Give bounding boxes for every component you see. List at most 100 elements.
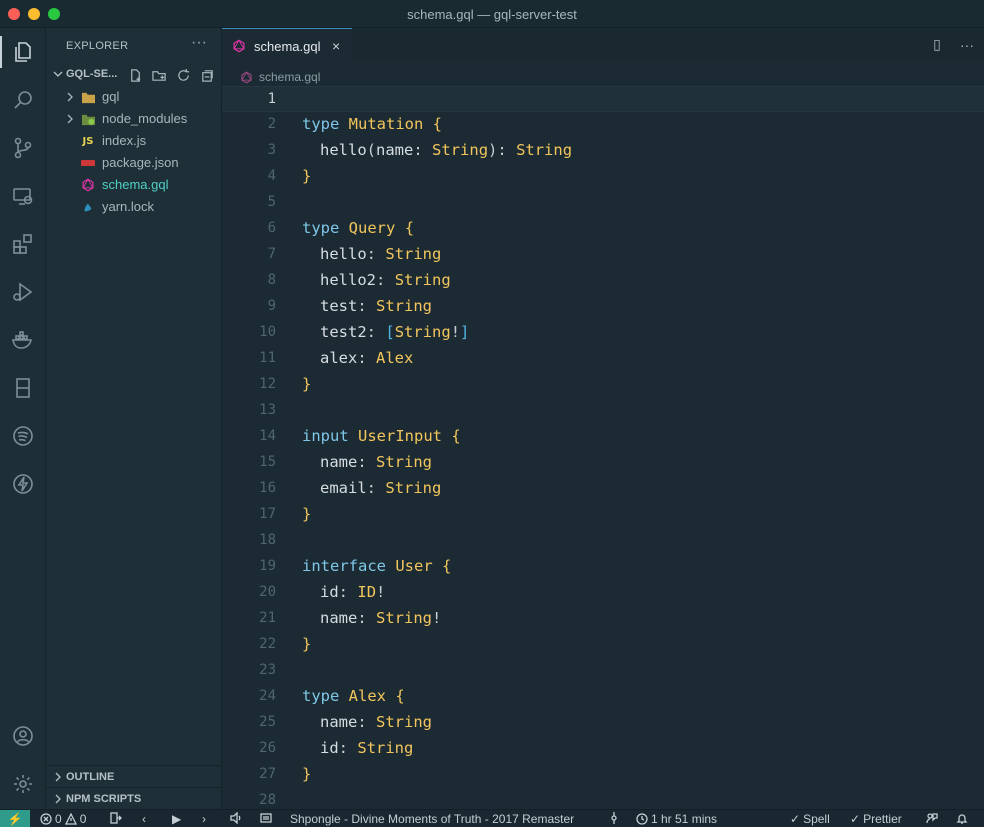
collapse-all-icon[interactable]: [198, 66, 216, 84]
tab-bar: schema.gql × ▯ ···: [222, 28, 984, 62]
tree-item-index-js[interactable]: JS index.js: [46, 130, 222, 152]
code-line[interactable]: 10 test2: [String!]: [222, 320, 984, 346]
new-folder-icon[interactable]: [150, 66, 168, 84]
code-line[interactable]: 24 type Alex {: [222, 684, 984, 710]
tree-item-package-json[interactable]: package.json: [46, 152, 222, 174]
run-debug-icon[interactable]: [0, 270, 46, 314]
spell-check[interactable]: ✓ Spell: [790, 812, 830, 826]
code-line[interactable]: 2 type Mutation {: [222, 112, 984, 138]
remote-indicator-icon[interactable]: ⚡: [0, 810, 30, 827]
volume-icon[interactable]: [230, 812, 242, 824]
tree-item-label: yarn.lock: [102, 199, 155, 214]
line-number: 26: [259, 740, 276, 756]
tree-item-node-modules[interactable]: node_modules: [46, 108, 222, 130]
breadcrumb[interactable]: schema.gql: [240, 68, 320, 86]
branch-icon[interactable]: [608, 812, 620, 824]
tab-schema-gql[interactable]: schema.gql ×: [222, 28, 352, 62]
code-line[interactable]: 13: [222, 398, 984, 424]
line-number: 4: [267, 168, 276, 184]
line-number: 21: [259, 610, 276, 626]
feedback-icon[interactable]: [926, 812, 938, 824]
problems-indicator[interactable]: 0 0: [40, 812, 86, 826]
new-file-icon[interactable]: [126, 66, 144, 84]
code-text: id: String: [320, 739, 414, 757]
code-text: type Query {: [302, 219, 415, 237]
code-line[interactable]: 8 hello2: String: [222, 268, 984, 294]
code-line[interactable]: 22}: [222, 632, 984, 658]
tree-item-yarn-lock[interactable]: yarn.lock: [46, 196, 222, 218]
code-line[interactable]: 17}: [222, 502, 984, 528]
play-button[interactable]: ▶: [172, 812, 181, 826]
code-line[interactable]: 18: [222, 528, 984, 554]
refresh-icon[interactable]: [174, 66, 192, 84]
code-line[interactable]: 20 id: ID!: [222, 580, 984, 606]
code-line[interactable]: 15 name: String: [222, 450, 984, 476]
explorer-header: EXPLORER: [66, 40, 129, 52]
outline-section[interactable]: OUTLINE: [46, 765, 222, 787]
workspace-folder-name: GQL-SE...: [66, 68, 118, 80]
time-spent: 1 hr 51 mins: [651, 812, 718, 826]
code-line[interactable]: 6 type Query {: [222, 216, 984, 242]
notifications-bell-icon[interactable]: [956, 812, 968, 824]
code-line[interactable]: 12}: [222, 372, 984, 398]
code-line[interactable]: 1: [222, 86, 984, 112]
extensions-icon[interactable]: [0, 222, 46, 266]
line-number: 20: [259, 584, 276, 600]
exit-icon[interactable]: [110, 812, 122, 824]
more-actions-icon[interactable]: ···: [191, 34, 207, 52]
search-icon[interactable]: [0, 78, 46, 122]
code-line[interactable]: 26 id: String: [222, 736, 984, 762]
notebook-icon[interactable]: [0, 366, 46, 410]
source-control-icon[interactable]: [0, 126, 46, 170]
code-text: }: [302, 375, 312, 393]
code-line[interactable]: 7 hello: String: [222, 242, 984, 268]
tree-item-gql[interactable]: gql: [46, 86, 222, 108]
code-editor[interactable]: 1 2 type Mutation {3 hello(name: String): S…: [222, 86, 984, 809]
code-text: name: String: [320, 713, 433, 731]
code-line[interactable]: 21 name: String!: [222, 606, 984, 632]
line-number: 19: [259, 558, 276, 574]
line-number: 18: [259, 532, 276, 548]
status-bar: ⚡ 0 0 ‹ ▶ › Shpongle - Divine Moments of…: [0, 809, 984, 827]
line-number: 6: [267, 220, 276, 236]
prettier-label: Prettier: [863, 812, 902, 826]
lyrics-icon[interactable]: [260, 812, 272, 824]
npm-scripts-section[interactable]: NPM SCRIPTS: [46, 787, 222, 809]
error-count: 0: [55, 812, 62, 826]
code-line[interactable]: 9 test: String: [222, 294, 984, 320]
next-track-button[interactable]: ›: [202, 812, 206, 826]
time-tracker[interactable]: 1 hr 51 mins: [636, 812, 717, 826]
line-number: 16: [259, 480, 276, 496]
code-line[interactable]: 27}: [222, 762, 984, 788]
code-line[interactable]: 11 alex: Alex: [222, 346, 984, 372]
code-line[interactable]: 23: [222, 658, 984, 684]
code-line[interactable]: 25 name: String: [222, 710, 984, 736]
tree-item-schema-gql[interactable]: schema.gql: [46, 174, 222, 196]
check-icon: ✓: [790, 812, 801, 826]
code-text: }: [302, 167, 312, 185]
code-line[interactable]: 16 email: String: [222, 476, 984, 502]
remote-explorer-icon[interactable]: [0, 174, 46, 218]
prettier-status[interactable]: ✓ Prettier: [850, 812, 902, 826]
account-icon[interactable]: [0, 714, 46, 758]
code-line[interactable]: 14 input UserInput {: [222, 424, 984, 450]
workspace-folder[interactable]: GQL-SE...: [46, 64, 222, 86]
double-check-icon: ✓: [850, 812, 861, 826]
editor-more-actions-icon[interactable]: ···: [958, 37, 976, 53]
now-playing-song[interactable]: Shpongle - Divine Moments of Truth - 201…: [290, 812, 574, 826]
settings-gear-icon[interactable]: [0, 762, 46, 806]
npm-icon: [80, 156, 96, 170]
code-line[interactable]: 3 hello(name: String): String: [222, 138, 984, 164]
lightning-icon[interactable]: [0, 462, 46, 506]
code-text: type Mutation {: [302, 115, 443, 133]
code-line[interactable]: 19 interface User {: [222, 554, 984, 580]
previous-track-button[interactable]: ‹: [142, 812, 146, 826]
explorer-icon[interactable]: [0, 30, 46, 74]
split-editor-icon[interactable]: ▯: [928, 36, 946, 53]
docker-icon[interactable]: [0, 318, 46, 362]
code-line[interactable]: 5: [222, 190, 984, 216]
line-number: 27: [259, 766, 276, 782]
spotify-icon[interactable]: [0, 414, 46, 458]
close-tab-icon[interactable]: ×: [332, 38, 340, 54]
code-line[interactable]: 4}: [222, 164, 984, 190]
